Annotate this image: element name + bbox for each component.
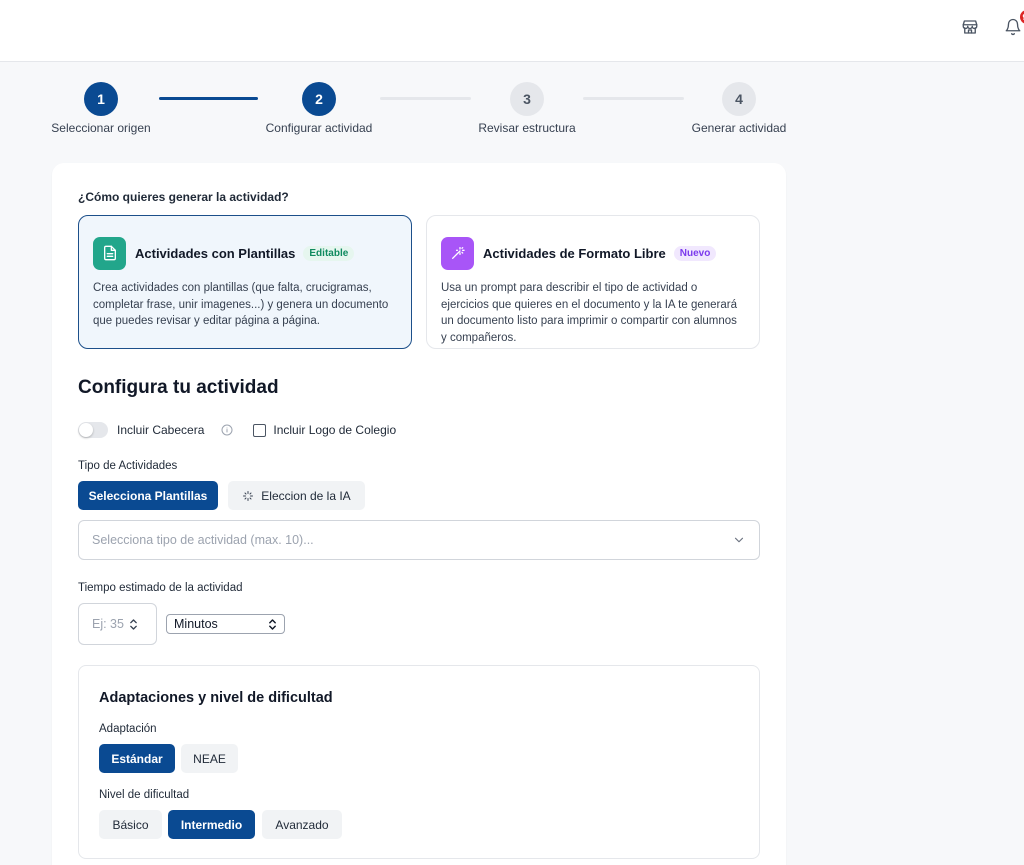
step-1-label: Seleccionar origen: [51, 121, 151, 135]
configuration-card: ¿Cómo quieres generar la actividad? Acti…: [52, 163, 786, 865]
time-placeholder: Ej: 35: [92, 617, 124, 631]
mode-card-freeform[interactable]: Actividades de Formato Libre Nuevo Usa u…: [426, 215, 760, 349]
time-unit-select[interactable]: Minutos: [166, 614, 285, 634]
time-label: Tiempo estimado de la actividad: [78, 582, 243, 594]
adaptation-neae-button[interactable]: NEAE: [181, 744, 238, 773]
activity-type-label: Tipo de Actividades: [78, 460, 178, 472]
mode-card-templates[interactable]: Actividades con Plantillas Editable Crea…: [78, 215, 412, 349]
editable-badge: Editable: [303, 245, 355, 261]
ai-choice-button[interactable]: Eleccion de la IA: [228, 481, 365, 510]
mode-title-freeform: Actividades de Formato Libre: [483, 245, 666, 261]
difficulty-advanced-button[interactable]: Avanzado: [262, 810, 342, 839]
top-bar: 9+: [0, 0, 1024, 62]
step-4-label: Generar actividad: [691, 121, 787, 135]
difficulty-intermediate-button[interactable]: Intermedio: [168, 810, 255, 839]
generation-question: ¿Cómo quieres generar la actividad?: [78, 190, 289, 204]
new-badge: Nuevo: [673, 245, 717, 261]
sparkle-icon: [243, 490, 254, 501]
select-templates-button[interactable]: Selecciona Plantillas: [78, 481, 218, 510]
include-header-toggle[interactable]: [78, 422, 108, 438]
include-logo-label: Incluir Logo de Colegio: [273, 423, 397, 437]
difficulty-basic-button[interactable]: Básico: [99, 810, 162, 839]
adaptations-panel: Adaptaciones y nivel de dificultad Adapt…: [78, 665, 760, 859]
adaptation-standard-button[interactable]: Estándar: [99, 744, 175, 773]
include-logo-checkbox[interactable]: [253, 423, 267, 437]
step-connector-1: [159, 97, 258, 100]
document-icon: [93, 236, 126, 270]
time-unit-value: Minutos: [174, 617, 218, 631]
store-icon[interactable]: [959, 16, 981, 38]
adaptations-title: Adaptaciones y nivel de dificultad: [99, 690, 333, 706]
ai-choice-label: Eleccion de la IA: [261, 488, 351, 503]
activity-type-placeholder: Selecciona tipo de actividad (max. 10)..…: [92, 533, 314, 547]
adaptation-label: Adaptación: [99, 723, 157, 735]
step-3-circle[interactable]: 3: [510, 82, 544, 116]
stepper-arrows-icon[interactable]: [129, 618, 138, 631]
chevron-down-icon: [734, 537, 744, 543]
mode-description-freeform: Usa un prompt para describir el tipo de …: [441, 282, 737, 344]
config-title: Configura tu actividad: [78, 377, 279, 398]
step-connector-2: [380, 97, 471, 100]
activity-type-select[interactable]: Selecciona tipo de actividad (max. 10)..…: [78, 520, 760, 560]
magic-wand-icon: [441, 236, 474, 270]
step-connector-3: [583, 97, 684, 100]
step-3-label: Revisar estructura: [478, 121, 576, 135]
step-1-circle[interactable]: 1: [84, 82, 118, 116]
stepper: 1 Seleccionar origen 2 Configurar activi…: [0, 82, 1024, 142]
step-4-circle[interactable]: 4: [722, 82, 756, 116]
header-logo-options: Incluir Cabecera Incluir Logo de Colegio: [78, 421, 396, 439]
difficulty-label: Nivel de dificultad: [99, 789, 190, 801]
bell-icon[interactable]: 9+: [1002, 10, 1024, 38]
select-arrows-icon: [269, 618, 276, 630]
include-header-label: Incluir Cabecera: [117, 423, 205, 437]
mode-title-templates: Actividades con Plantillas: [135, 245, 296, 261]
mode-description-templates: Crea actividades con plantillas (que fal…: [93, 282, 389, 327]
info-icon[interactable]: [221, 424, 233, 436]
time-input[interactable]: Ej: 35: [78, 603, 157, 645]
step-2-circle[interactable]: 2: [302, 82, 336, 116]
step-2-label: Configurar actividad: [265, 121, 373, 135]
